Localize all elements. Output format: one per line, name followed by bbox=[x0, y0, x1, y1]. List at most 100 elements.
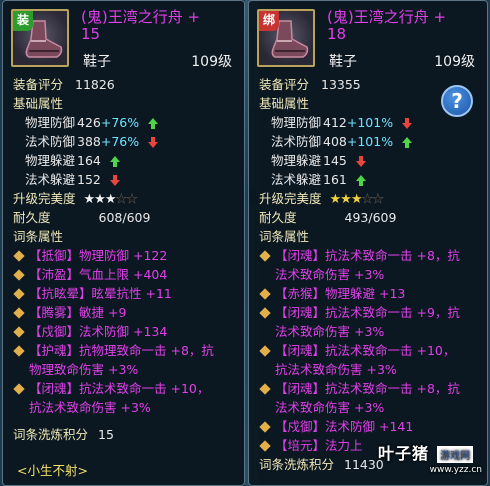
score-row: 装备评分 11826 bbox=[13, 75, 244, 94]
item-title-line1: (鬼)王湾之行舟 + bbox=[327, 8, 447, 26]
item-details: 装备评分 11826 基础属性 物理防御 426+76% 法术防御 388+76% 物理… bbox=[3, 75, 244, 444]
affix-label: 词条属性 bbox=[13, 229, 64, 244]
stat-value: 426 bbox=[77, 115, 101, 130]
affix-row: 【抗眩晕】眩晕抗性 +11 bbox=[13, 284, 244, 303]
item-title: (鬼)王湾之行舟 + 18 bbox=[327, 9, 481, 43]
owner-name: <小生不射> bbox=[17, 463, 88, 478]
stat-name: 物理躲避 bbox=[25, 153, 76, 168]
affix-row: 【戍御】法术防御 +141 bbox=[259, 417, 487, 436]
perfection-row: 升级完美度 ★★★★★ bbox=[13, 189, 244, 208]
stat-name: 物理躲避 bbox=[271, 153, 322, 168]
durability-row: 耐久度 608/609 bbox=[13, 208, 244, 227]
site-watermark: 叶子猪 游戏网 www.yzz.cn bbox=[378, 440, 486, 480]
durability-row: 耐久度 493/609 bbox=[259, 208, 487, 227]
diamond-bullet-icon bbox=[13, 250, 25, 262]
stat-value: 164 bbox=[77, 153, 101, 168]
diamond-bullet-icon bbox=[259, 345, 271, 357]
stat-row: 物理防御 426+76% bbox=[13, 113, 244, 132]
arrow-up-icon bbox=[148, 118, 159, 129]
item-details: 装备评分 13355 基础属性 物理防御 412+101% 法术防御 408+101%… bbox=[249, 75, 487, 474]
affix-row: 【赤猴】物理躲避 +13 bbox=[259, 284, 487, 303]
affix-text: 物理防御 +122 bbox=[79, 248, 168, 263]
score-value: 13355 bbox=[321, 77, 361, 92]
affix-text: 抗法术致命一击 +8，抗 bbox=[325, 381, 460, 396]
affix-row: 【闭魂】抗法术致命一击 +8，抗 bbox=[259, 246, 487, 265]
diamond-bullet-icon bbox=[259, 421, 271, 433]
arrow-up-icon bbox=[402, 137, 413, 148]
affix-continuation: 抗法术致命伤害 +3% bbox=[275, 362, 397, 377]
affix-label: 词条属性 bbox=[259, 229, 310, 244]
durability-value: 493/609 bbox=[344, 210, 397, 225]
affix-text: 抗物理致命一击 +8，抗 bbox=[79, 343, 214, 358]
affix-text: 抗法术致命一击 +10， bbox=[325, 343, 456, 358]
durability-value: 608/609 bbox=[98, 210, 151, 225]
affix-row: 【戍御】法术防御 +134 bbox=[13, 322, 244, 341]
stat-name: 法术躲避 bbox=[271, 172, 322, 187]
perfection-row: 升级完美度 ★★★★★ bbox=[259, 189, 487, 208]
score-row: 装备评分 13355 bbox=[259, 75, 487, 94]
item-tooltip-right: 绑 (鬼)王湾之行舟 + 18 鞋子 109级 ? 装备评分 13355 基础属… bbox=[248, 0, 488, 486]
star-empty-icon: ★ bbox=[115, 192, 127, 208]
stat-percent: +76% bbox=[100, 134, 140, 149]
affix-tag: 【抗眩晕】 bbox=[29, 286, 92, 301]
diamond-bullet-icon bbox=[259, 440, 271, 452]
affix-row: 【护魂】抗物理致命一击 +8，抗 bbox=[13, 341, 244, 360]
stat-row: 物理躲避 164 bbox=[13, 151, 244, 170]
star-filled-icon: ★ bbox=[94, 192, 106, 207]
stat-name: 法术躲避 bbox=[25, 172, 76, 187]
diamond-bullet-icon bbox=[13, 307, 25, 319]
watermark-url: www.yzz.cn bbox=[429, 465, 482, 475]
affix-tag: 【腾雾】 bbox=[29, 305, 80, 320]
durability-label: 耐久度 bbox=[13, 210, 51, 225]
star-empty-icon: ★ bbox=[126, 192, 138, 208]
stat-value: 408 bbox=[323, 134, 347, 149]
stat-row: 法术躲避 152 bbox=[13, 170, 244, 189]
affix-tag: 【抵御】 bbox=[29, 248, 80, 263]
affix-continuation: 法术致命伤害 +3% bbox=[275, 400, 385, 415]
arrow-up-icon bbox=[355, 175, 366, 186]
affix-tag: 【护魂】 bbox=[29, 343, 80, 358]
star-filled-icon: ★ bbox=[83, 192, 96, 207]
affix-tag: 【戍御】 bbox=[275, 419, 326, 434]
stat-row: 法术防御 408+101% bbox=[259, 132, 487, 151]
stat-value: 388 bbox=[77, 134, 101, 149]
item-header: 绑 (鬼)王湾之行舟 + 18 鞋子 109级 bbox=[249, 1, 487, 75]
refine-label: 词条洗炼积分 bbox=[259, 457, 335, 472]
arrow-up-icon bbox=[109, 156, 120, 167]
affix-row: 【抵御】物理防御 +122 bbox=[13, 246, 244, 265]
affix-tag: 【戍御】 bbox=[29, 324, 80, 339]
arrow-down-icon bbox=[109, 175, 120, 186]
stat-percent: +76% bbox=[100, 115, 140, 130]
item-icon-slot[interactable]: 装 bbox=[11, 9, 69, 67]
affix-text: 法术防御 +134 bbox=[79, 324, 168, 339]
stat-value: 161 bbox=[323, 172, 347, 187]
affix-continuation: 物理致命伤害 +3% bbox=[29, 362, 139, 377]
affix-tag: 【闭魂】 bbox=[275, 305, 326, 320]
item-title-line2: 18 bbox=[327, 25, 347, 43]
affix-text: 气血上限 +404 bbox=[79, 267, 168, 282]
stat-percent: +101% bbox=[346, 115, 394, 130]
refine-label: 词条洗炼积分 bbox=[13, 427, 89, 442]
affix-tag: 【赤猴】 bbox=[275, 286, 326, 301]
affix-row: 【沛盈】气血上限 +404 bbox=[13, 265, 244, 284]
stat-name: 物理防御 bbox=[25, 115, 76, 130]
perfection-label: 升级完美度 bbox=[13, 191, 76, 206]
affix-row: 【腾雾】敏捷 +9 bbox=[13, 303, 244, 322]
affix-tag: 【闭魂】 bbox=[275, 343, 326, 358]
item-type: 鞋子 bbox=[83, 54, 111, 70]
item-icon-slot[interactable]: 绑 bbox=[257, 9, 315, 67]
star-empty-icon: ★ bbox=[361, 192, 373, 208]
stat-value: 412 bbox=[323, 115, 347, 130]
star-filled-icon: ★ bbox=[340, 192, 352, 207]
item-title: (鬼)王湾之行舟 + 15 bbox=[81, 9, 238, 43]
affix-text: 法术防御 +141 bbox=[325, 419, 414, 434]
item-level: 109级 bbox=[434, 54, 475, 70]
affix-tag: 【闭魂】 bbox=[275, 248, 326, 263]
affix-continuation: 法术致命伤害 +3% bbox=[275, 324, 385, 339]
score-label: 装备评分 bbox=[259, 77, 310, 92]
affix-text: 抗法术致命一击 +10， bbox=[79, 381, 210, 396]
item-level: 109级 bbox=[191, 54, 232, 70]
stat-name: 物理防御 bbox=[271, 115, 322, 130]
affix-text: 抗法术致命一击 +9，抗 bbox=[325, 305, 460, 320]
item-title-line2: 15 bbox=[81, 25, 101, 43]
